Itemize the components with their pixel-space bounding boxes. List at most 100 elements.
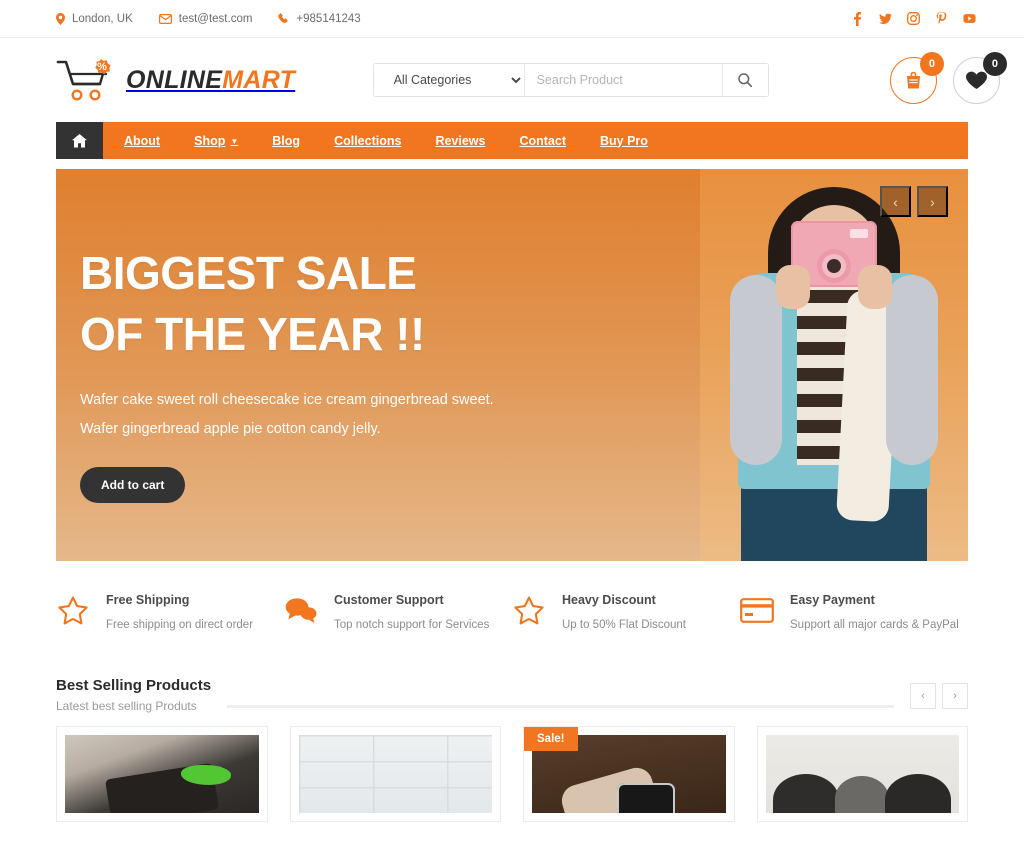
nav-label: Blog [272,133,301,148]
hero-next-button[interactable]: › [917,186,948,217]
product-image [65,735,259,813]
chevron-down-icon: ▼ [230,137,239,146]
feature-title: Customer Support [334,593,444,607]
credit-card-icon [740,593,774,627]
feature-description: Up to 50% Flat Discount [562,619,687,631]
nav-item-reviews[interactable]: Reviews [418,122,502,159]
section-subtitle: Latest best selling Produts [56,699,197,713]
feature-title: Free Shipping [106,593,190,607]
instagram-icon[interactable] [907,12,920,26]
nav-label: Buy Pro [600,133,648,148]
top-contact-group: London, UK test@test.com +985141243 [56,12,361,25]
products-next-button[interactable]: › [942,683,968,709]
product-carousel-controls: ‹ › [910,683,968,709]
hero-content: BIGGEST SALE OF THE YEAR !! Wafer cake s… [56,169,968,503]
nav-item-shop[interactable]: Shop ▼ [177,122,255,159]
feature-free-shipping: Free Shipping Free shipping on direct or… [56,583,284,631]
product-search-bar: All Categories [372,63,769,97]
star-icon [56,593,90,627]
product-card[interactable] [756,726,968,822]
search-submit-button[interactable] [721,64,768,96]
pinterest-icon[interactable] [935,11,948,26]
header-actions: 0 0 [889,51,1007,104]
nav-label: Shop [194,133,226,148]
shopping-cart-logo-icon: % [56,57,118,103]
logo-wordmark: ONLINEMART [126,66,295,95]
email-text: test@test.com [178,12,253,25]
nav-label: Contact [519,133,566,148]
feature-customer-support: Customer Support Top notch support for S… [284,583,512,631]
main-nav-wrapper: About Shop ▼ Blog Collections Reviews Con… [0,122,1024,159]
best-selling-titles: Best Selling Products Latest best sellin… [56,677,211,713]
cart-count-badge: 0 [919,51,944,76]
hero-add-to-cart-button[interactable]: Add to cart [80,466,186,503]
best-selling-header: Best Selling Products Latest best sellin… [0,631,1024,713]
feature-description: Support all major cards & PayPal [790,619,959,631]
hero-title-line-1: BIGGEST SALE [80,247,417,299]
product-card[interactable] [56,726,268,822]
sale-badge: Sale! [524,727,578,751]
feature-text-group: Customer Support Top notch support for S… [334,593,489,631]
location-text: London, UK [72,12,133,25]
product-image-detail [835,775,890,813]
feature-highlights: Free Shipping Free shipping on direct or… [0,561,1024,631]
star-icon [512,593,546,627]
shopping-bag-icon [903,70,924,91]
nav-label: About [124,133,161,148]
wishlist-button[interactable]: 0 [952,51,1007,104]
feature-heavy-discount: Heavy Discount Up to 50% Flat Discount [512,583,740,631]
feature-text-group: Heavy Discount Up to 50% Flat Discount [562,593,686,631]
site-logo[interactable]: % ONLINEMART [56,57,295,103]
nav-item-contact[interactable]: Contact [502,122,583,159]
product-card[interactable] [289,726,501,822]
percent-badge-text: % [97,61,107,73]
facebook-icon[interactable] [851,11,864,26]
twitter-icon[interactable] [879,12,892,26]
phone-info[interactable]: +985141243 [278,12,361,25]
section-title: Best Selling Products [56,677,212,694]
envelope-icon [158,13,172,24]
hero-wrapper: ‹ › BIGGEST SALE OF THE YEAR !! Wafer ca… [0,159,1024,561]
top-info-bar: London, UK test@test.com +985141243 [0,0,1024,38]
section-divider [227,705,894,708]
logo-primary-text: ONLINE [126,65,223,94]
feature-description: Top notch support for Services [334,619,490,631]
home-icon [72,133,87,148]
feature-text-group: Free Shipping Free shipping on direct or… [106,593,253,631]
hero-prev-button[interactable]: ‹ [880,186,911,217]
hero-subtitle-line-1: Wafer cake sweet roll cheesecake ice cre… [80,392,494,409]
nav-item-blog[interactable]: Blog [255,122,317,159]
hero-slider-controls: ‹ › [880,186,948,217]
social-links [851,11,1000,26]
chat-bubbles-icon [284,593,318,627]
main-nav: About Shop ▼ Blog Collections Reviews Con… [56,122,968,159]
product-image [765,735,959,813]
search-icon [738,73,753,87]
nav-item-home[interactable] [56,122,103,159]
product-card[interactable]: Sale! [523,726,735,822]
location-info: London, UK [56,12,133,25]
hero-title-line-2: OF THE YEAR !! [80,307,425,360]
feature-text-group: Easy Payment Support all major cards & P… [790,593,959,631]
nav-item-about[interactable]: About [103,122,177,159]
cart-button[interactable]: 0 [889,51,944,104]
products-prev-button[interactable]: ‹ [910,683,936,709]
hero-subtitle: Wafer cake sweet roll cheesecake ice cre… [80,386,550,443]
email-info[interactable]: test@test.com [158,12,253,25]
category-select[interactable]: All Categories [373,64,525,96]
hero-title: BIGGEST SALE OF THE YEAR !! [80,243,640,364]
phone-text: +985141243 [296,12,361,25]
hero-subtitle-line-2: Wafer gingerbread apple pie cotton candy… [80,420,381,437]
wishlist-count-badge: 0 [982,51,1007,76]
nav-item-collections[interactable]: Collections [317,122,418,159]
heart-icon [965,71,987,90]
page-root: London, UK test@test.com +985141243 % ON… [0,0,1024,822]
nav-item-buy-pro[interactable]: Buy Pro [583,122,665,159]
map-pin-icon [56,12,65,25]
search-input[interactable] [524,64,722,96]
product-image [298,735,492,813]
youtube-icon[interactable] [963,12,976,26]
product-carousel: Sale! [0,713,1024,822]
feature-description: Free shipping on direct order [106,619,254,631]
site-header: % ONLINEMART All Categories Search Produ… [0,38,1024,122]
